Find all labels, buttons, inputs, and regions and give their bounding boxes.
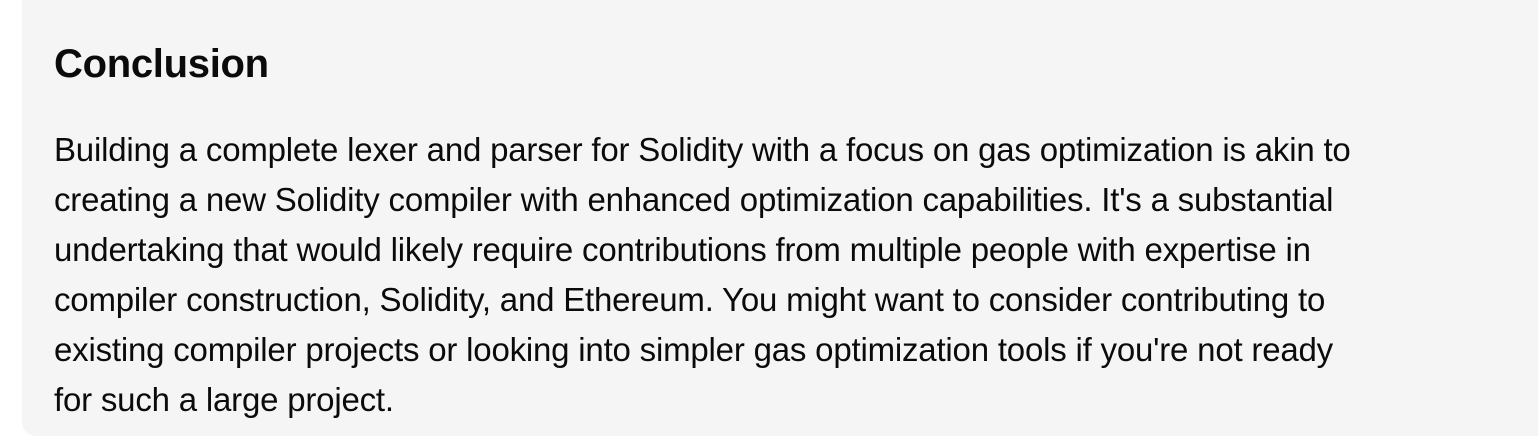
content-panel: Conclusion Building a complete lexer and… <box>22 0 1538 436</box>
paragraph-line: compiler construction, Solidity, and Eth… <box>54 281 1326 318</box>
paragraph-line: undertaking that would likely require co… <box>54 231 1311 268</box>
paragraph-line: Building a complete lexer and parser for… <box>54 131 1351 168</box>
page: Conclusion Building a complete lexer and… <box>0 0 1538 436</box>
paragraph-line: for such a large project. <box>54 381 394 418</box>
conclusion-paragraph: Building a complete lexer and parser for… <box>54 125 1524 425</box>
paragraph-line: existing compiler projects or looking in… <box>54 331 1333 368</box>
section-heading: Conclusion <box>54 42 269 86</box>
paragraph-line: creating a new Solidity compiler with en… <box>54 181 1334 218</box>
